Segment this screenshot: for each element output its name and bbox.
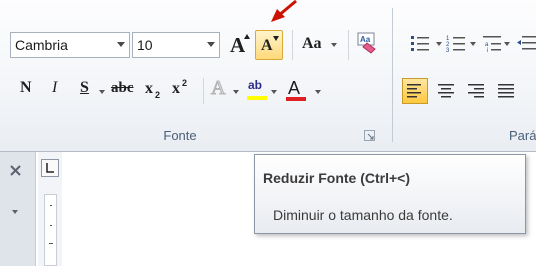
bullets-icon[interactable] <box>410 34 430 52</box>
chevron-down-icon[interactable] <box>504 42 510 46</box>
highlight-button[interactable]: ab <box>246 78 270 102</box>
navigation-panel <box>0 152 36 266</box>
font-size-combo[interactable]: 10 <box>132 32 220 58</box>
ruler-tick <box>50 205 52 206</box>
chevron-down-icon[interactable] <box>436 42 442 46</box>
chevron-down-icon[interactable] <box>271 90 277 94</box>
dialog-launcher-icon[interactable] <box>364 130 376 142</box>
paragraph-group-label: Pará <box>509 128 536 143</box>
font-name-combo[interactable]: Cambria <box>10 32 130 58</box>
text-effects-button[interactable]: A <box>210 77 225 100</box>
align-left-icon <box>407 84 421 98</box>
red-pointer-arrow-icon <box>271 0 297 22</box>
superscript-button[interactable]: x 2 <box>172 78 194 100</box>
font-size-value: 10 <box>137 37 153 53</box>
svg-text:Aa: Aa <box>360 35 371 44</box>
font-name-value: Cambria <box>15 37 68 53</box>
subscript-index: 2 <box>155 90 161 100</box>
multilevel-list-icon[interactable]: a i <box>482 34 502 52</box>
italic-button[interactable]: I <box>52 79 57 97</box>
highlight-glyph: ab <box>248 78 263 92</box>
group-separator <box>392 8 393 142</box>
justify-icon[interactable] <box>496 79 518 103</box>
chevron-down-icon[interactable] <box>315 90 321 94</box>
superscript-glyph: x <box>172 80 180 97</box>
tooltip-description: Diminuir o tamanho da fonte. <box>273 207 453 223</box>
bold-button[interactable]: N <box>20 79 32 97</box>
decrease-indent-icon[interactable] <box>516 34 536 52</box>
font-color-bar <box>286 97 306 101</box>
strikethrough-button[interactable]: abc <box>111 80 134 97</box>
ruler-tick <box>49 243 53 244</box>
ruler-tick <box>50 225 52 226</box>
font-group-label: Fonte <box>163 128 197 143</box>
tab-selector-icon <box>46 163 54 173</box>
underline-button[interactable]: S <box>80 79 89 97</box>
superscript-index: 2 <box>182 78 188 88</box>
numbering-icon[interactable]: 1 2 3 <box>446 34 466 52</box>
separator <box>292 30 293 60</box>
tooltip: Reduzir Fonte (Ctrl+<) Diminuir o tamanh… <box>254 154 526 234</box>
change-case-glyph: Aa <box>302 35 322 52</box>
grow-font-glyph: A <box>230 33 246 57</box>
caret-up-icon <box>244 34 250 39</box>
align-left-button[interactable] <box>402 78 428 104</box>
highlight-color-bar <box>247 96 267 100</box>
change-case-button[interactable]: Aa <box>300 32 342 58</box>
chevron-down-icon[interactable] <box>207 42 215 47</box>
shrink-font-glyph: A <box>261 37 273 54</box>
clear-formatting-icon[interactable]: Aa <box>355 31 379 55</box>
font-color-button[interactable]: A <box>285 78 309 102</box>
tooltip-title: Reduzir Fonte (Ctrl+<) <box>263 170 411 186</box>
separator <box>203 78 204 104</box>
svg-text:i: i <box>487 48 488 52</box>
chevron-down-icon[interactable] <box>470 42 476 46</box>
separator <box>348 30 349 60</box>
chevron-down-icon[interactable] <box>99 90 105 94</box>
close-icon[interactable] <box>9 164 23 178</box>
svg-text:3: 3 <box>446 48 450 52</box>
chevron-down-icon[interactable] <box>331 43 337 47</box>
chevron-down-icon[interactable] <box>117 42 125 47</box>
center-icon[interactable] <box>436 79 458 103</box>
subscript-button[interactable]: x 2 <box>145 80 167 100</box>
tab-selector[interactable] <box>41 159 59 177</box>
font-color-glyph: A <box>288 78 301 98</box>
chevron-down-icon[interactable] <box>12 210 18 214</box>
align-right-icon[interactable] <box>466 79 488 103</box>
ruler-strip <box>44 194 57 266</box>
grow-font-button[interactable]: A <box>226 32 254 58</box>
chevron-down-icon[interactable] <box>233 90 239 94</box>
subscript-glyph: x <box>145 80 153 97</box>
shrink-font-button[interactable]: A <box>255 30 283 60</box>
caret-down-icon <box>273 36 279 41</box>
